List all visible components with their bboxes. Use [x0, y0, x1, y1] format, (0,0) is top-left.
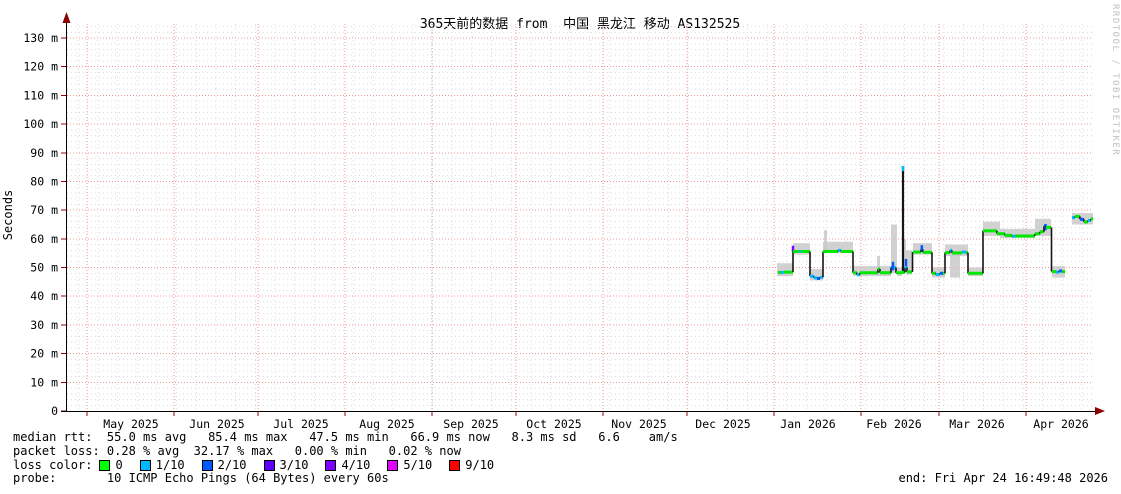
svg-text:40 m: 40 m: [30, 289, 58, 303]
loss-color-label: 5/10: [403, 457, 433, 472]
svg-text:20 m: 20 m: [30, 347, 58, 361]
probe-info: probe: 10 ICMP Echo Pings (64 Bytes) eve…: [13, 471, 389, 486]
svg-text:70 m: 70 m: [30, 203, 58, 217]
loss-color-label: 1/10: [155, 457, 185, 472]
loss-legend-items: 0 1/10 2/10 3/10 4/10 5/10 9/10: [99, 457, 511, 473]
loss-color-label: 0: [115, 457, 123, 472]
svg-text:Sep 2025: Sep 2025: [443, 417, 498, 431]
svg-text:Jan 2026: Jan 2026: [780, 417, 835, 431]
median-rtt-stats: median rtt: 55.0 ms avg 85.4 ms max 47.5…: [13, 430, 678, 444]
chart-canvas: 0 10 m 20 m 30 m 40 m 50 m 60 m 70 m 80 m 90 m 100…: [23, 12, 1105, 431]
svg-text:120 m: 120 m: [23, 60, 58, 74]
svg-text:Jul 2025: Jul 2025: [273, 417, 328, 431]
loss-legend-label: loss color:: [13, 457, 93, 472]
loss-color-swatch: [325, 459, 337, 471]
loss-color-legend: loss color: 0 1/10 2/10 3/10 4/10 5/10 9/10: [13, 457, 1108, 473]
loss-color-label: 4/10: [341, 457, 371, 472]
svg-text:Apr 2026: Apr 2026: [1033, 417, 1088, 431]
svg-text:Oct 2025: Oct 2025: [526, 417, 581, 431]
loss-legend-item: 1/10: [139, 457, 185, 473]
loss-color-label: 9/10: [465, 457, 495, 472]
svg-text:Mar 2026: Mar 2026: [949, 417, 1004, 431]
loss-color-swatch: [201, 459, 213, 471]
loss-legend-item: 3/10: [263, 457, 309, 473]
svg-text:130 m: 130 m: [23, 31, 58, 45]
svg-text:Nov 2025: Nov 2025: [611, 417, 666, 431]
svg-text:0: 0: [51, 404, 58, 418]
svg-text:50 m: 50 m: [30, 261, 58, 275]
loss-color-swatch: [387, 459, 399, 471]
svg-text:Feb 2026: Feb 2026: [866, 417, 921, 431]
svg-text:10 m: 10 m: [30, 375, 58, 389]
svg-text:80 m: 80 m: [30, 174, 58, 188]
end-timestamp: end: Fri Apr 24 16:49:48 2026: [898, 471, 1108, 486]
packet-loss-stats: packet loss: 0.28 % avg 32.17 % max 0.00…: [13, 443, 461, 458]
probe-row: probe: 10 ICMP Echo Pings (64 Bytes) eve…: [13, 472, 1108, 486]
loss-color-swatch: [139, 459, 151, 471]
loss-color-swatch: [99, 459, 111, 471]
smokeping-latency-graph: 365天前的数据 from 中国 黑龙江 移动 AS132525 Seconds…: [0, 0, 1121, 494]
loss-legend-item: 9/10: [449, 457, 495, 473]
loss-color-swatch: [263, 459, 275, 471]
svg-text:May 2025: May 2025: [103, 417, 158, 431]
loss-legend-item: 2/10: [201, 457, 247, 473]
loss-legend-item: 0: [99, 457, 123, 473]
loss-color-label: 2/10: [217, 457, 247, 472]
loss-color-label: 3/10: [279, 457, 309, 472]
svg-text:100 m: 100 m: [23, 117, 58, 131]
svg-text:30 m: 30 m: [30, 318, 58, 332]
loss-color-swatch: [449, 459, 461, 471]
svg-text:90 m: 90 m: [30, 146, 58, 160]
loss-legend-item: 5/10: [387, 457, 433, 473]
loss-legend-item: 4/10: [325, 457, 371, 473]
graph-footer-stats: median rtt: 55.0 ms avg 85.4 ms max 47.5…: [13, 430, 1108, 486]
svg-text:Aug 2025: Aug 2025: [359, 417, 414, 431]
svg-text:Jun 2025: Jun 2025: [189, 417, 244, 431]
svg-text:110 m: 110 m: [23, 88, 58, 102]
svg-text:Dec 2025: Dec 2025: [695, 417, 750, 431]
svg-text:60 m: 60 m: [30, 232, 58, 246]
